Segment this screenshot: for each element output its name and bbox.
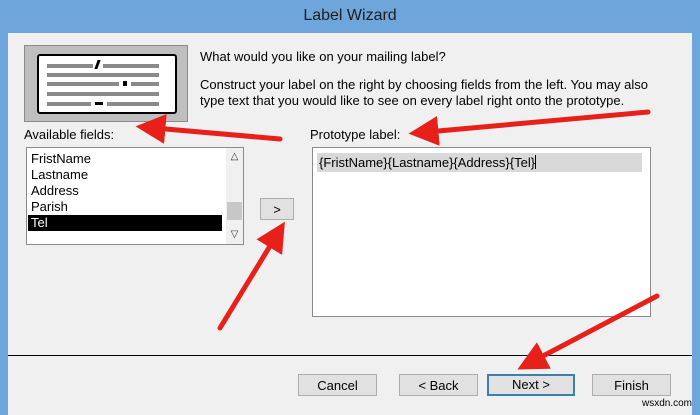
back-button[interactable]: < Back — [399, 374, 478, 396]
preview-line — [47, 102, 91, 106]
wizard-instructions-line-1: Construct your label on the right by cho… — [200, 77, 649, 92]
list-item[interactable]: Address — [28, 183, 222, 199]
window-title-bar: Label Wizard — [0, 0, 700, 33]
scroll-thumb[interactable] — [227, 202, 242, 220]
preview-line — [47, 82, 119, 86]
preview-mark — [95, 102, 103, 105]
preview-line — [47, 73, 159, 77]
prototype-line[interactable]: {FristName}{Lastname}{Address}{Tel} — [317, 153, 642, 172]
label-preview-card — [37, 54, 177, 114]
list-scrollbar[interactable]: △ ▽ — [226, 148, 243, 244]
label-preview-image — [24, 45, 188, 122]
footer-separator — [8, 355, 692, 356]
prototype-text: {FristName}{Lastname}{Address}{Tel} — [319, 155, 536, 170]
scroll-down-icon[interactable]: ▽ — [226, 226, 243, 243]
finish-button[interactable]: Finish — [592, 374, 671, 396]
available-fields-list[interactable]: FristName Lastname Address Parish Tel △ … — [26, 147, 244, 245]
list-item[interactable]: Parish — [28, 199, 222, 215]
wizard-instructions-line-2: type text that you would like to see on … — [200, 93, 625, 108]
scroll-up-icon[interactable]: △ — [226, 148, 243, 165]
next-button[interactable]: Next > — [487, 374, 575, 396]
cancel-button[interactable]: Cancel — [298, 374, 377, 396]
available-fields-label: Available fields: — [24, 127, 115, 142]
list-item[interactable]: FristName — [28, 151, 222, 167]
list-item[interactable]: Lastname — [28, 167, 222, 183]
preview-line — [47, 92, 159, 96]
prototype-label-box[interactable]: {FristName}{Lastname}{Address}{Tel} — [312, 147, 651, 317]
add-field-button[interactable]: > — [260, 198, 294, 220]
preview-mark — [94, 60, 101, 69]
preview-line — [103, 64, 159, 68]
preview-line — [131, 82, 159, 86]
preview-line — [107, 102, 159, 106]
prototype-label-heading: Prototype label: — [310, 127, 401, 142]
text-caret — [535, 155, 537, 169]
preview-line — [47, 64, 93, 68]
preview-mark — [123, 81, 127, 86]
wizard-dialog: What would you like on your mailing labe… — [8, 33, 692, 415]
window-title: Label Wizard — [303, 7, 397, 24]
watermark: wsxdn.com — [641, 398, 692, 409]
list-item-selected[interactable]: Tel — [28, 215, 222, 231]
wizard-question: What would you like on your mailing labe… — [200, 49, 446, 64]
